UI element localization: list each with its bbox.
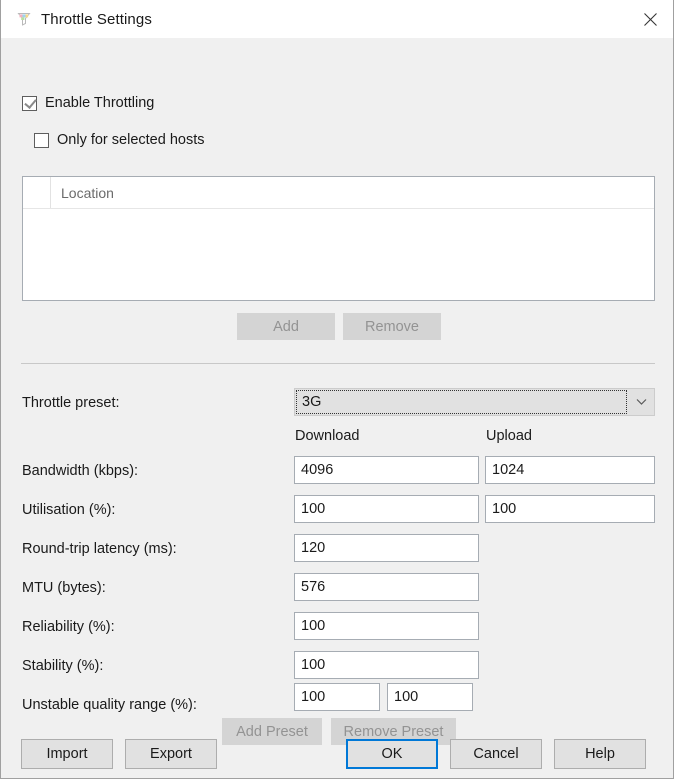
unstable-range-low-input[interactable]: 100	[294, 683, 380, 711]
bandwidth-label: Bandwidth (kbps):	[22, 463, 139, 479]
mtu-input[interactable]: 576	[294, 573, 479, 601]
unstable-range-high-input[interactable]: 100	[387, 683, 473, 711]
throttle-app-icon	[16, 11, 32, 27]
cancel-button[interactable]: Cancel	[450, 739, 542, 769]
host-list-body[interactable]	[23, 209, 654, 299]
reliability-input[interactable]: 100	[294, 612, 479, 640]
reliability-label: Reliability (%):	[22, 619, 115, 635]
only-selected-hosts-label: Only for selected hosts	[57, 132, 205, 148]
window-title: Throttle Settings	[41, 10, 152, 28]
enable-throttling-checkbox-row[interactable]: Enable Throttling	[22, 95, 154, 111]
import-button[interactable]: Import	[21, 739, 113, 769]
unstable-quality-range-label: Unstable quality range (%):	[22, 697, 197, 713]
host-list-header: Location	[23, 177, 654, 209]
only-selected-hosts-checkbox[interactable]	[34, 132, 49, 148]
throttle-preset-select[interactable]: 3G	[294, 388, 655, 416]
ok-button[interactable]: OK	[346, 739, 438, 769]
host-list-column-check	[23, 177, 51, 208]
bandwidth-upload-input[interactable]: 1024	[485, 456, 655, 484]
utilisation-label: Utilisation (%):	[22, 502, 116, 518]
stability-input[interactable]: 100	[294, 651, 479, 679]
enable-throttling-label: Enable Throttling	[45, 95, 155, 111]
close-icon[interactable]	[627, 0, 673, 38]
dialog-footer: Import Export OK Cancel Help	[1, 722, 673, 778]
download-column-header: Download	[295, 428, 360, 444]
host-list[interactable]: Location	[22, 176, 655, 301]
title-bar: Throttle Settings	[1, 0, 673, 38]
stability-label: Stability (%):	[22, 658, 104, 674]
mtu-label: MTU (bytes):	[22, 580, 106, 596]
help-button[interactable]: Help	[554, 739, 646, 769]
section-separator	[21, 363, 655, 364]
chevron-down-icon[interactable]	[628, 389, 654, 415]
add-host-button[interactable]: Add	[237, 313, 335, 340]
export-button[interactable]: Export	[125, 739, 217, 769]
upload-column-header: Upload	[486, 428, 532, 444]
enable-throttling-checkbox[interactable]	[22, 95, 37, 111]
throttle-preset-value[interactable]: 3G	[296, 390, 627, 414]
latency-label: Round-trip latency (ms):	[22, 541, 177, 557]
throttle-preset-label: Throttle preset:	[22, 395, 120, 411]
latency-input[interactable]: 120	[294, 534, 479, 562]
utilisation-download-input[interactable]: 100	[294, 495, 479, 523]
throttle-settings-dialog: Throttle Settings Enable Throttling Only…	[0, 0, 674, 779]
bandwidth-download-input[interactable]: 4096	[294, 456, 479, 484]
dialog-body: Enable Throttling Only for selected host…	[1, 38, 673, 778]
remove-host-button[interactable]: Remove	[343, 313, 441, 340]
host-list-column-location: Location	[61, 184, 114, 201]
only-selected-hosts-checkbox-row[interactable]: Only for selected hosts	[34, 132, 205, 148]
utilisation-upload-input[interactable]: 100	[485, 495, 655, 523]
